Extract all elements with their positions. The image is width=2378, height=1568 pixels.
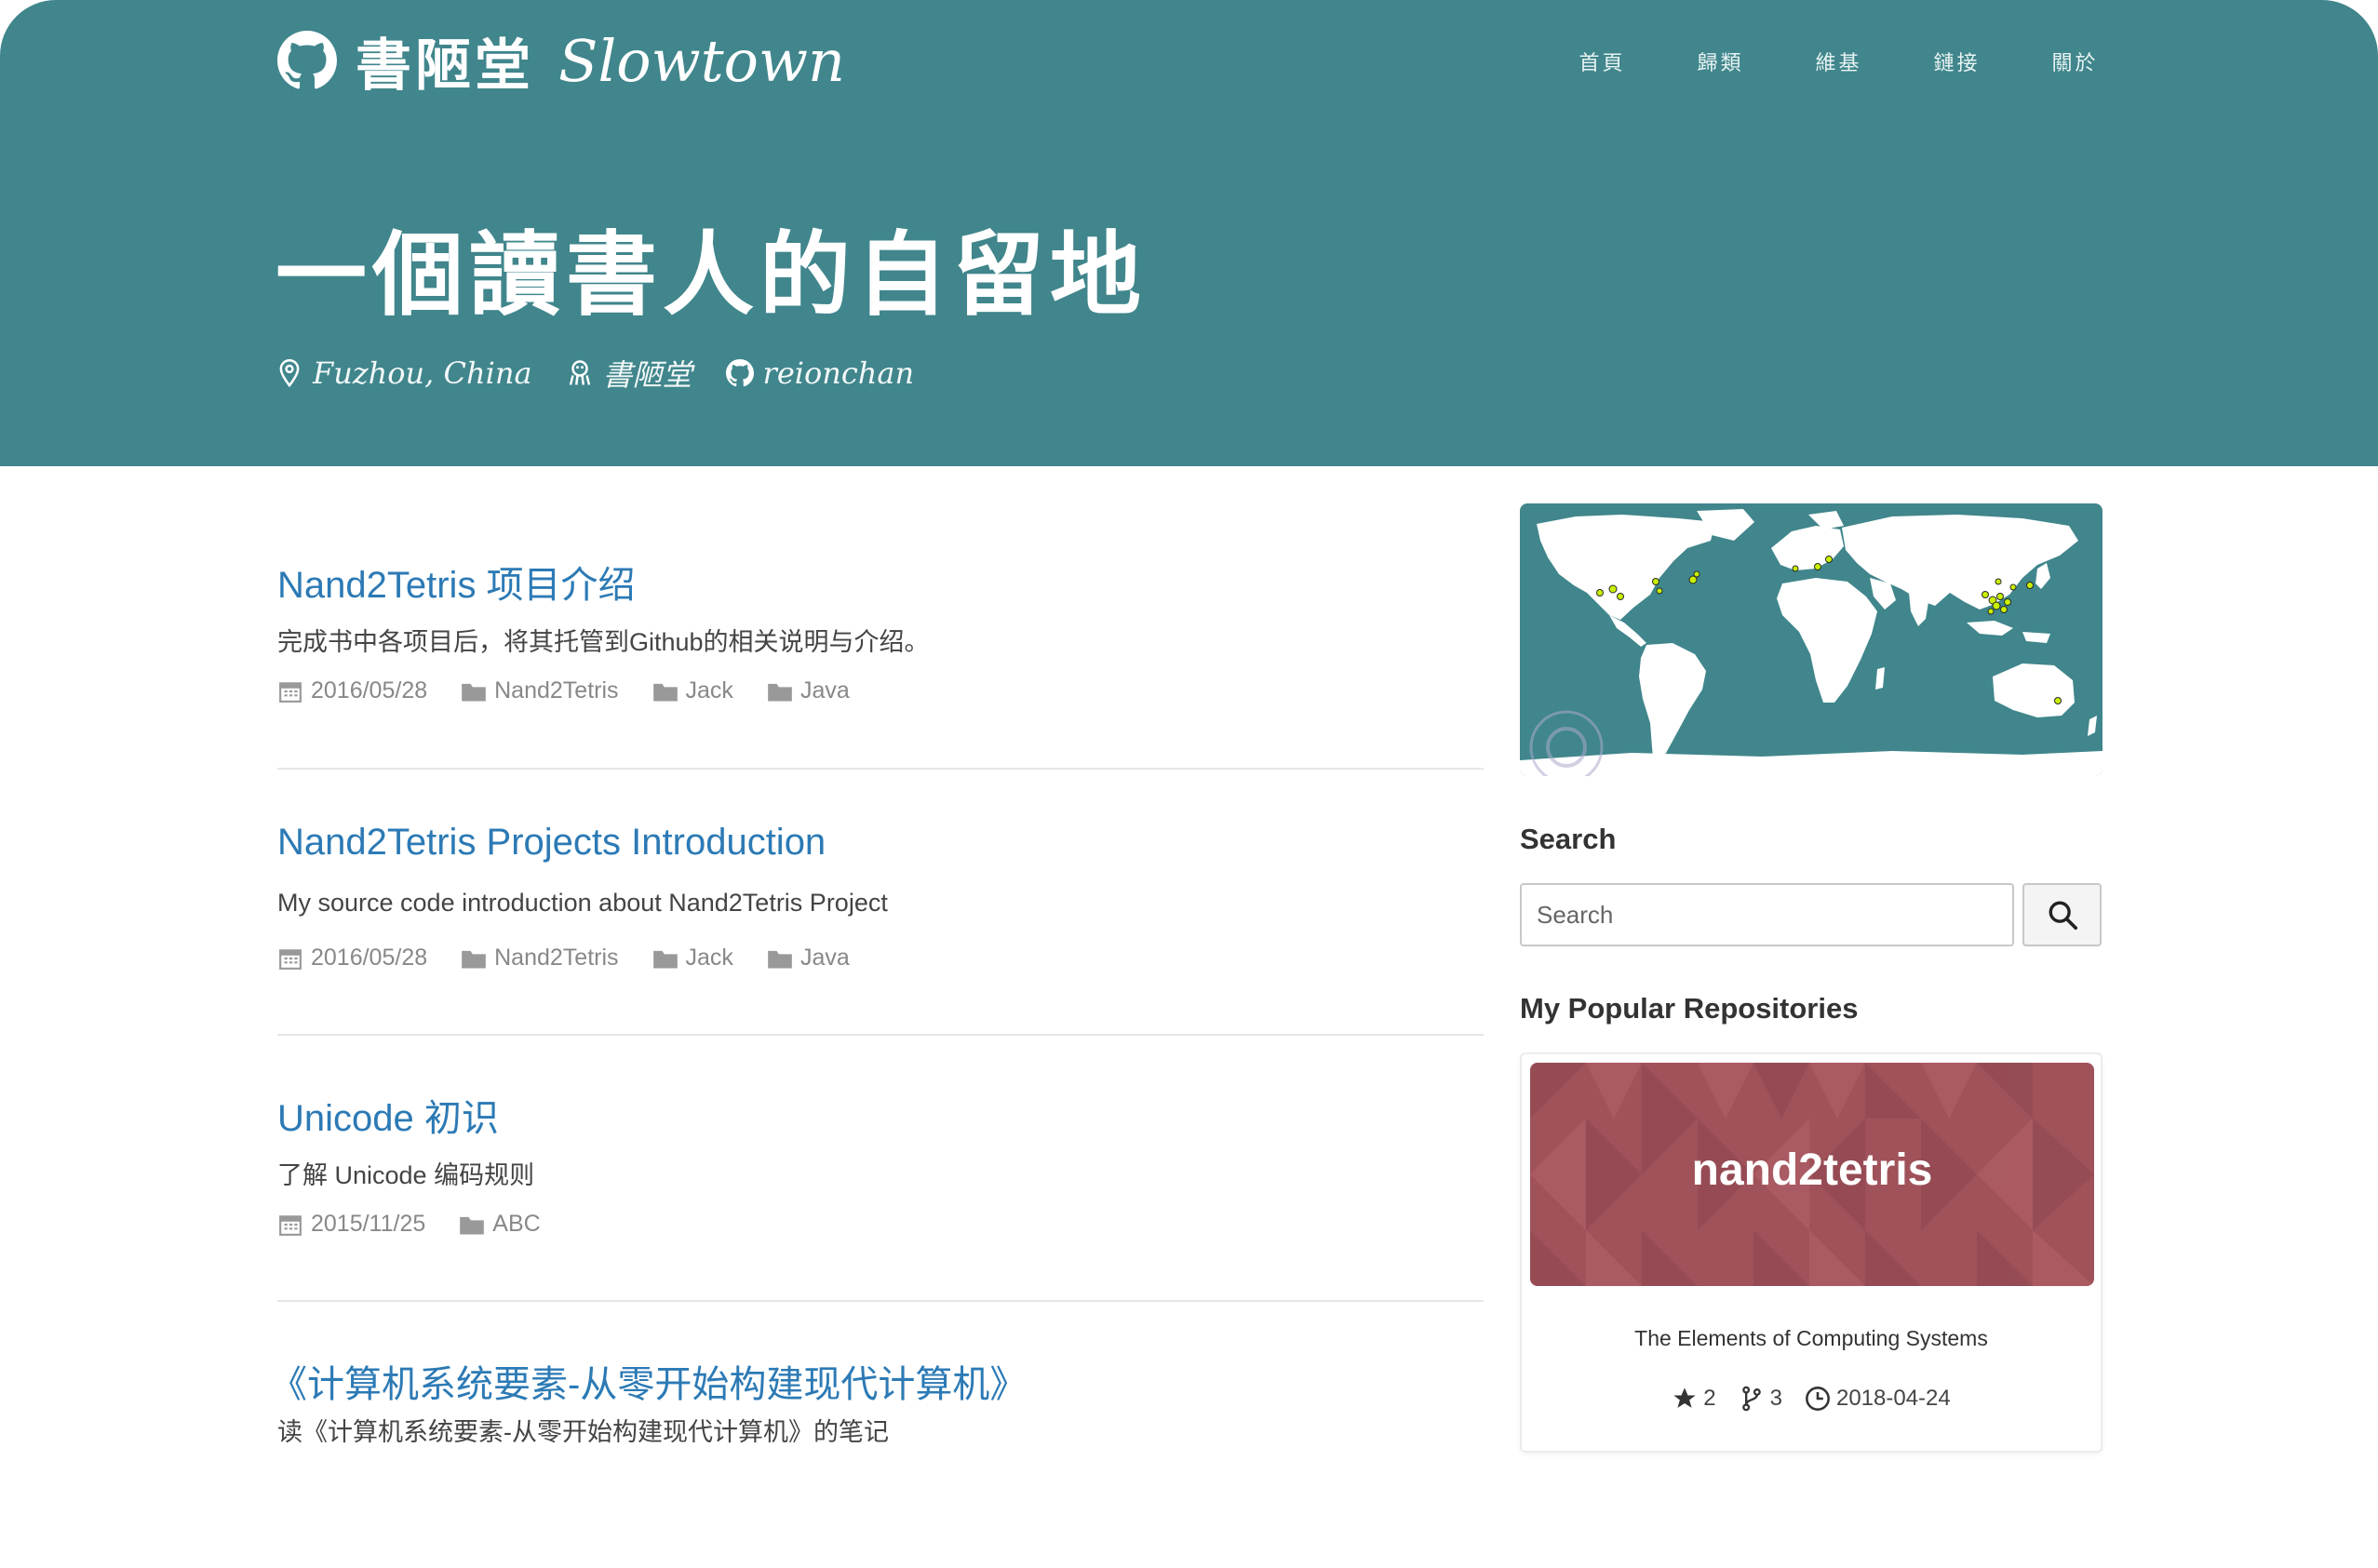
repo-card[interactable]: nand2tetris The Elements of Computing Sy… [1520, 1052, 2103, 1453]
post-title-link[interactable]: Nand2Tetris 项目介绍 [277, 555, 636, 609]
post-date: 2015/11/25 [277, 1211, 425, 1238]
star-icon [1673, 1387, 1696, 1408]
folder-icon [652, 950, 678, 968]
github-small-icon [725, 359, 754, 387]
post-title-link[interactable]: Nand2Tetris Projects Introduction [277, 822, 826, 864]
post-description: My source code introduction about Nand2T… [277, 889, 888, 917]
world-map-graphic [1520, 509, 2103, 776]
nav-home[interactable]: 首頁 [1543, 47, 1661, 76]
blog-logo-icon [569, 360, 590, 385]
folder-icon [768, 683, 792, 701]
repo-description: The Elements of Computing Systems [1634, 1326, 1988, 1350]
hero-title: 一個讀書人的自留地 [275, 221, 1148, 328]
folder-icon [462, 950, 486, 968]
brand-chinese-name: 書陋堂 [356, 33, 534, 99]
post-item: Nand2Tetris 项目介绍 完成书中各项目后，将其托管到Github的相关… [277, 503, 1484, 770]
post-description: 完成书中各项目后，将其托管到Github的相关说明与介绍。 [277, 628, 930, 656]
post-meta: 2016/05/28 Nand2Tetris Jack Java [277, 945, 883, 972]
post-tag[interactable]: Nand2Tetris [461, 677, 619, 704]
post-title-link[interactable]: 《计算机系统要素-从零开始构建现代计算机》 [270, 1354, 1027, 1408]
github-icon [277, 31, 337, 89]
main-nav: 首頁 歸類 維基 鏈接 關於 [1543, 47, 2134, 76]
github-username-text: reionchan [762, 355, 915, 391]
nav-categories[interactable]: 歸類 [1661, 47, 1780, 76]
folder-icon [652, 683, 678, 701]
location-pin-icon [279, 359, 300, 388]
repo-banner: nand2tetris [1530, 1063, 2094, 1286]
folder-icon [460, 1216, 485, 1234]
post-tag[interactable]: Jack [652, 677, 733, 704]
post-meta: 2015/11/25 ABC [277, 1211, 574, 1238]
folder-icon [768, 950, 792, 968]
post-date: 2016/05/28 [277, 945, 427, 972]
post-tag[interactable]: Nand2Tetris [461, 945, 619, 972]
location-text: Fuzhou, China [313, 355, 532, 391]
search-icon [2049, 901, 2077, 931]
site-header: 書陋堂 Slowtown 首頁 歸類 維基 鏈接 關於 一個讀書人的自留地 Fu… [0, 0, 2378, 466]
post-title-link[interactable]: Unicode 初识 [277, 1088, 499, 1142]
post-tag[interactable]: ABC [459, 1211, 541, 1238]
repo-updated: 2018-04-24 [1805, 1386, 1951, 1412]
folder-icon [462, 683, 486, 701]
clock-icon [1806, 1387, 1830, 1411]
repo-forks: 3 [1739, 1386, 1782, 1412]
nav-links[interactable]: 鏈接 [1898, 47, 2016, 76]
calendar-icon [279, 948, 302, 970]
author-meta: Fuzhou, China 書陋堂 reionchan [275, 352, 947, 395]
search-button[interactable] [2022, 883, 2102, 946]
post-item: 《计算机系统要素-从零开始构建现代计算机》 读《计算机系统要素-从零开始构建现代… [270, 1302, 1484, 1568]
post-date: 2016/05/28 [277, 677, 427, 704]
post-tag[interactable]: Java [767, 677, 850, 704]
visitor-world-map[interactable] [1520, 503, 2103, 776]
post-description: 了解 Unicode 编码规则 [277, 1161, 535, 1189]
site-name-text: 書陋堂 [602, 357, 692, 393]
post-tag[interactable]: Jack [652, 945, 733, 972]
repo-name: nand2tetris [1691, 1146, 1933, 1195]
nav-wiki[interactable]: 維基 [1780, 47, 1898, 76]
popular-repos-heading: My Popular Repositories [1520, 992, 1859, 1025]
brand-english-name: Slowtown [558, 26, 845, 95]
fork-icon [1741, 1386, 1761, 1412]
post-item: Nand2Tetris Projects Introduction My sou… [277, 770, 1484, 1036]
github-profile-link[interactable]: reionchan [725, 355, 915, 391]
site-link[interactable]: 書陋堂 [566, 352, 692, 395]
location-item: Fuzhou, China [275, 355, 532, 391]
repo-stars: 2 [1672, 1386, 1716, 1412]
post-meta: 2016/05/28 Nand2Tetris Jack Java [277, 677, 883, 704]
repo-stats: 2 3 2018-04-24 [1522, 1386, 2101, 1412]
brand-logo-link[interactable]: 書陋堂 Slowtown [277, 26, 845, 99]
calendar-icon [279, 681, 302, 703]
post-item: Unicode 初识 了解 Unicode 编码规则 2015/11/25 AB… [277, 1036, 1484, 1302]
calendar-icon [279, 1214, 302, 1236]
search-input[interactable] [1520, 883, 2014, 946]
search-heading: Search [1520, 823, 1617, 855]
nav-about[interactable]: 關於 [2016, 47, 2134, 76]
post-list: Nand2Tetris 项目介绍 完成书中各项目后，将其托管到Github的相关… [270, 503, 1484, 1568]
post-description: 读《计算机系统要素-从零开始构建现代计算机》的笔记 [277, 1418, 889, 1446]
post-tag[interactable]: Java [767, 945, 850, 972]
